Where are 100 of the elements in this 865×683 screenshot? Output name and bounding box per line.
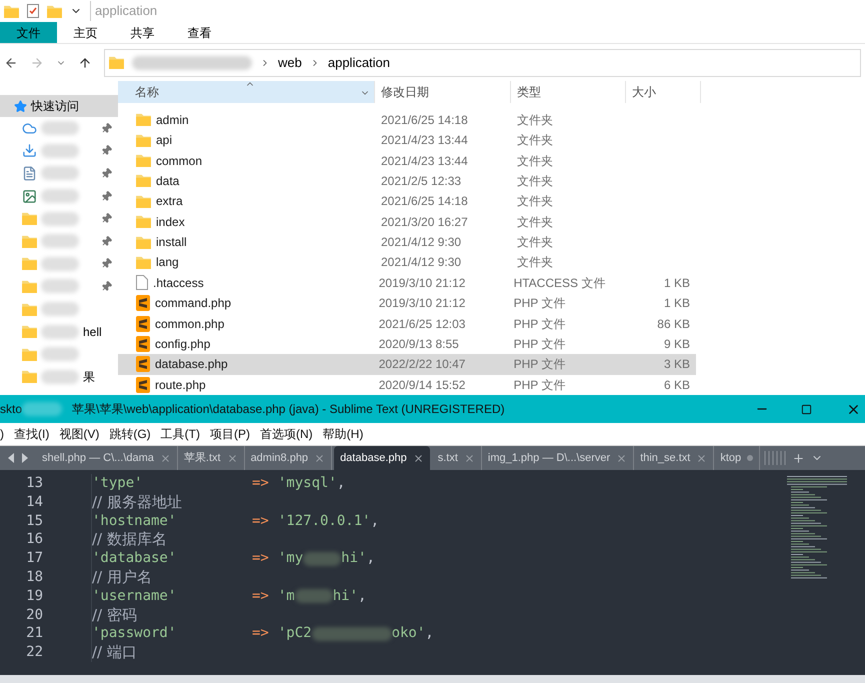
file-date: 2021/6/25 14:18 [380,112,469,129]
arrow-operator: => [252,474,269,493]
menu-item[interactable]: 视图(V) [59,425,100,443]
file-row[interactable]: .htaccess 2019/3/10 21:12 HTACCESS 文件 1 KB [118,272,696,294]
punctuation: , [425,624,434,644]
file-type: PHP 文件 [512,336,566,354]
file-row[interactable]: database.php 2022/2/22 10:47 PHP 文件 3 KB [118,354,696,375]
menu-item[interactable]: 跳转(G) [109,425,151,443]
file-row[interactable]: admin 2021/6/25 14:18 文件夹 [118,110,696,130]
breadcrumb[interactable]: web [278,52,302,72]
string-key: 'password' [92,624,252,644]
menu-item[interactable]: 帮助(H) [322,425,364,443]
window-title: application [90,1,158,21]
string-value: hi' [332,586,358,606]
ribbon-tab[interactable]: 查看 [171,22,228,43]
file-name: lang [156,254,179,272]
file-row[interactable]: config.php 2020/9/13 8:55 PHP 文件 9 KB [118,334,696,354]
string-key: 'hostname' [92,512,252,530]
file-name: common [156,152,202,170]
file-type: HTACCESS 文件 [512,274,606,292]
file-date: 2021/4/12 9:30 [380,254,462,272]
arrow-operator: => [252,586,269,606]
file-type: 文件夹 [516,254,554,272]
file-size: 1 KB [662,295,691,312]
file-date: 2021/3/20 16:27 [380,214,469,231]
line-number: 17 [25,549,44,568]
ribbon-tab[interactable]: 主页 [57,22,114,43]
string-value: '127.0.0.1' [278,512,371,530]
file-row[interactable]: lang 2021/4/12 9:30 文件夹 [118,252,696,273]
file-type: 文件夹 [516,214,554,231]
code-comment: // 服务器地址 [92,492,182,512]
ribbon-tab[interactable]: 文件 [0,22,57,43]
editor-tab[interactable]: ktop [714,446,760,470]
breadcrumb[interactable]: application [328,52,390,72]
menu-item[interactable]: 查找(I) [14,425,50,443]
ribbon-tab[interactable]: 共享 [114,22,171,43]
punctuation: , [336,474,346,493]
string-value: 'm [278,586,295,606]
file-row[interactable]: common 2021/4/23 13:44 文件夹 [118,150,696,171]
file-row[interactable]: route.php 2020/9/14 15:52 PHP 文件 6 KB [118,374,696,395]
column-header[interactable]: 修改日期 [375,81,511,103]
editor-tab[interactable]: img_1.php — D\...\server [482,446,634,470]
file-row[interactable]: command.php 2019/3/10 21:12 PHP 文件 1 KB [118,293,696,314]
file-row[interactable]: data 2021/2/5 12:33 文件夹 [118,170,696,192]
file-name: extra [156,193,183,210]
string-value: hi' [341,549,366,568]
column-header[interactable]: 大小 [626,81,701,103]
file-row[interactable]: index 2021/3/20 16:27 文件夹 [118,211,696,232]
line-number: 19 [25,586,44,606]
string-value: 'my [278,549,304,568]
code-comment: // 用户名 [92,568,152,587]
sidebar-item-label[interactable]: hell [83,322,102,341]
editor-tab[interactable]: thin_se.txt [634,446,714,470]
menu-item[interactable]: ) [0,425,4,443]
code-comment: // 密码 [92,606,137,624]
file-type: 文件夹 [516,152,554,170]
editor-tab[interactable]: database.php [334,446,430,470]
editor-tab[interactable]: admin8.php [244,446,332,470]
menu-item[interactable]: 首选项(N) [260,425,313,443]
code-comment: // 数据库名 [92,530,167,550]
file-name: database.php [155,356,228,374]
column-header[interactable]: 名称 [118,81,375,103]
quick-access-item[interactable]: 快速访问 [0,95,118,117]
file-type: PHP 文件 [512,295,566,312]
file-date: 2021/4/23 13:44 [380,132,469,150]
editor-tab[interactable]: shell.php — C\...\dama [36,446,178,470]
file-row[interactable]: api 2021/4/23 13:44 文件夹 [118,130,696,150]
file-row[interactable]: common.php 2021/6/25 12:03 PHP 文件 86 KB [118,313,696,334]
file-row[interactable]: install 2021/4/12 9:30 文件夹 [118,232,696,252]
window-title: 苹果\苹果\web\application\database.php (java) - Sublime Text (UNREGISTERED) [72,401,505,418]
punctuation: , [366,549,375,568]
string-key: 'type' [92,474,252,493]
line-number: 21 [25,624,44,644]
line-number: 15 [25,512,44,530]
code-comment: // 端口 [92,643,137,662]
editor-tab[interactable]: 苹果.txt [178,446,245,470]
menu-item[interactable]: 工具(T) [160,425,200,443]
string-value: 'mysql' [278,474,337,493]
file-size: 1 KB [662,274,691,292]
file-type: 文件夹 [516,234,554,252]
file-date: 2022/2/22 10:47 [378,356,466,374]
file-size: 3 KB [662,356,691,374]
column-header[interactable]: 类型 [511,81,626,103]
file-name: data [156,172,180,190]
sidebar-item-label[interactable]: 果 [83,368,95,386]
file-name: api [156,132,172,150]
arrow-operator: => [252,549,269,568]
file-date: 2021/6/25 12:03 [378,316,466,333]
file-name: .htaccess [153,274,204,292]
file-name: install [156,234,187,252]
file-date: 2020/9/14 15:52 [378,376,466,394]
file-date: 2021/2/5 12:33 [380,172,462,190]
file-row[interactable]: extra 2021/6/25 14:18 文件夹 [118,191,696,212]
address-bar[interactable]: web application [104,48,861,76]
punctuation: , [358,586,366,606]
string-key: 'username' [92,586,252,606]
menu-item[interactable]: 项目(P) [210,425,250,443]
file-date: 2019/3/10 21:12 [378,295,466,312]
editor-tab[interactable]: s.txt [432,446,482,470]
file-size: 86 KB [656,316,691,333]
